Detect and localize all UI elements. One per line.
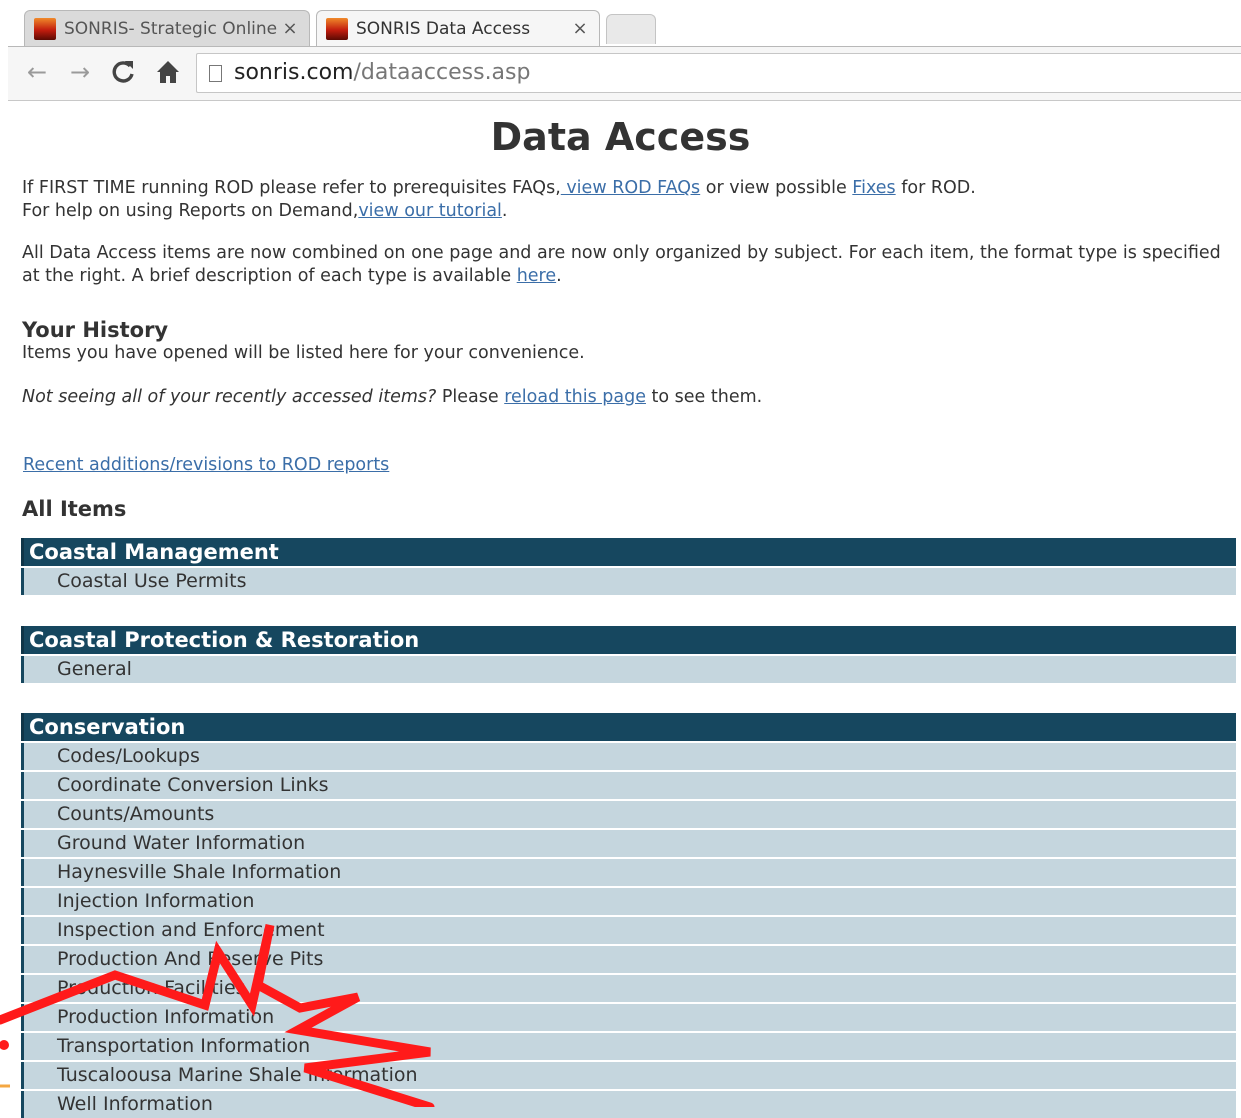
list-item[interactable]: Counts/Amounts	[21, 801, 1236, 828]
recent-additions-line: Recent additions/revisions to ROD report…	[23, 454, 389, 477]
new-tab-button[interactable]	[606, 14, 656, 44]
group-header: Coastal Management	[21, 538, 1236, 566]
sonris-favicon-icon	[326, 17, 348, 40]
list-item[interactable]: Production And Reserve Pits	[21, 946, 1236, 973]
fixes-link[interactable]: Fixes	[852, 178, 895, 198]
group-coastal-management: Coastal Management Coastal Use Permits	[21, 538, 1236, 595]
intro-faq-line: If FIRST TIME running ROD please refer t…	[22, 177, 976, 200]
intro-tutorial-text-post: .	[501, 201, 508, 221]
list-item[interactable]: General	[21, 656, 1236, 683]
tab-sonris-strategic-online[interactable]: SONRIS- Strategic Online ×	[24, 10, 310, 46]
address-bar[interactable]: sonris.com/dataaccess.asp	[196, 53, 1241, 93]
history-description: Items you have opened will be listed her…	[22, 343, 585, 363]
all-items-heading: All Items	[22, 497, 127, 521]
intro-tutorial-line: For help on using Reports on Demand,view…	[22, 200, 508, 223]
list-item[interactable]: Tuscaloousa Marine Shale Information	[21, 1062, 1236, 1089]
tab-title: SONRIS Data Access	[356, 18, 531, 39]
your-history-heading: Your History	[22, 318, 169, 342]
combined-info-paragraph: All Data Access items are now combined o…	[22, 242, 1237, 288]
list-item[interactable]: Coastal Use Permits	[21, 568, 1236, 595]
tab-sonris-data-access[interactable]: SONRIS Data Access ×	[316, 10, 600, 46]
home-icon[interactable]	[153, 57, 183, 87]
tab-strip: SONRIS- Strategic Online × SONRIS Data A…	[0, 0, 1241, 46]
list-item[interactable]: Ground Water Information	[21, 830, 1236, 857]
group-header: Conservation	[21, 713, 1236, 741]
intro-tutorial-text: For help on using Reports on Demand,	[22, 201, 359, 221]
list-item[interactable]: Production Facilities	[21, 975, 1236, 1002]
reload-history-text-post: to see them.	[645, 387, 763, 407]
format-types-here-link[interactable]: here	[517, 266, 556, 286]
combined-info-line1: All Data Access items are now combined o…	[22, 243, 1221, 263]
browser-chrome: SONRIS- Strategic Online × SONRIS Data A…	[0, 0, 1241, 101]
list-item[interactable]: Injection Information	[21, 888, 1236, 915]
reload-icon[interactable]	[108, 57, 138, 87]
address-url[interactable]: sonris.com/dataaccess.asp	[234, 60, 530, 85]
reload-this-page-link[interactable]: reload this page	[504, 387, 646, 407]
reload-history-line: Not seeing all of your recently accessed…	[22, 386, 762, 409]
group-coastal-protection-restoration: Coastal Protection & Restoration General	[21, 626, 1236, 683]
home-icon-graphic	[157, 61, 179, 83]
combined-info-line2: at the right. A brief description of eac…	[22, 265, 1237, 288]
intro-faq-text: If FIRST TIME running ROD please refer t…	[22, 178, 561, 198]
back-arrow-icon[interactable]: ←	[22, 57, 52, 87]
view-rod-faqs-link[interactable]: view ROD FAQs	[561, 178, 700, 198]
reload-history-text: Please	[436, 387, 505, 407]
close-tab-icon[interactable]: ×	[277, 18, 303, 39]
list-item[interactable]: Coordinate Conversion Links	[21, 772, 1236, 799]
close-tab-icon[interactable]: ×	[567, 18, 593, 39]
view-tutorial-link[interactable]: view our tutorial	[358, 201, 502, 221]
combined-info-text: at the right. A brief description of eac…	[22, 266, 517, 286]
list-item[interactable]: Production Information	[21, 1004, 1236, 1031]
reload-icon-graphic	[112, 61, 134, 83]
sonris-favicon-icon	[34, 17, 56, 40]
forward-arrow-icon[interactable]: →	[65, 57, 95, 87]
list-item[interactable]: Haynesville Shale Information	[21, 859, 1236, 886]
list-item[interactable]: Transportation Information	[21, 1033, 1236, 1060]
group-header: Coastal Protection & Restoration	[21, 626, 1236, 654]
list-item[interactable]: Inspection and Enforcement	[21, 917, 1236, 944]
tab-title: SONRIS- Strategic Online	[64, 18, 277, 39]
recent-additions-link[interactable]: Recent additions/revisions to ROD report…	[23, 455, 389, 475]
list-item[interactable]: Well Information	[21, 1091, 1236, 1118]
page-title: Data Access	[490, 115, 751, 159]
combined-info-text-post: .	[556, 266, 562, 286]
intro-faq-text-post: for ROD.	[895, 178, 976, 198]
page-content: Data Access If FIRST TIME running ROD pl…	[0, 101, 1241, 1118]
list-item[interactable]: Codes/Lookups	[21, 743, 1236, 770]
group-conservation: Conservation Codes/Lookups Coordinate Co…	[21, 713, 1236, 1118]
reload-history-italic: Not seeing all of your recently accessed…	[22, 387, 437, 407]
intro-faq-text-mid: or view possible	[700, 178, 853, 198]
browser-toolbar: ← → sonris.com/dataaccess.asp	[8, 46, 1241, 101]
page-icon	[209, 65, 222, 82]
